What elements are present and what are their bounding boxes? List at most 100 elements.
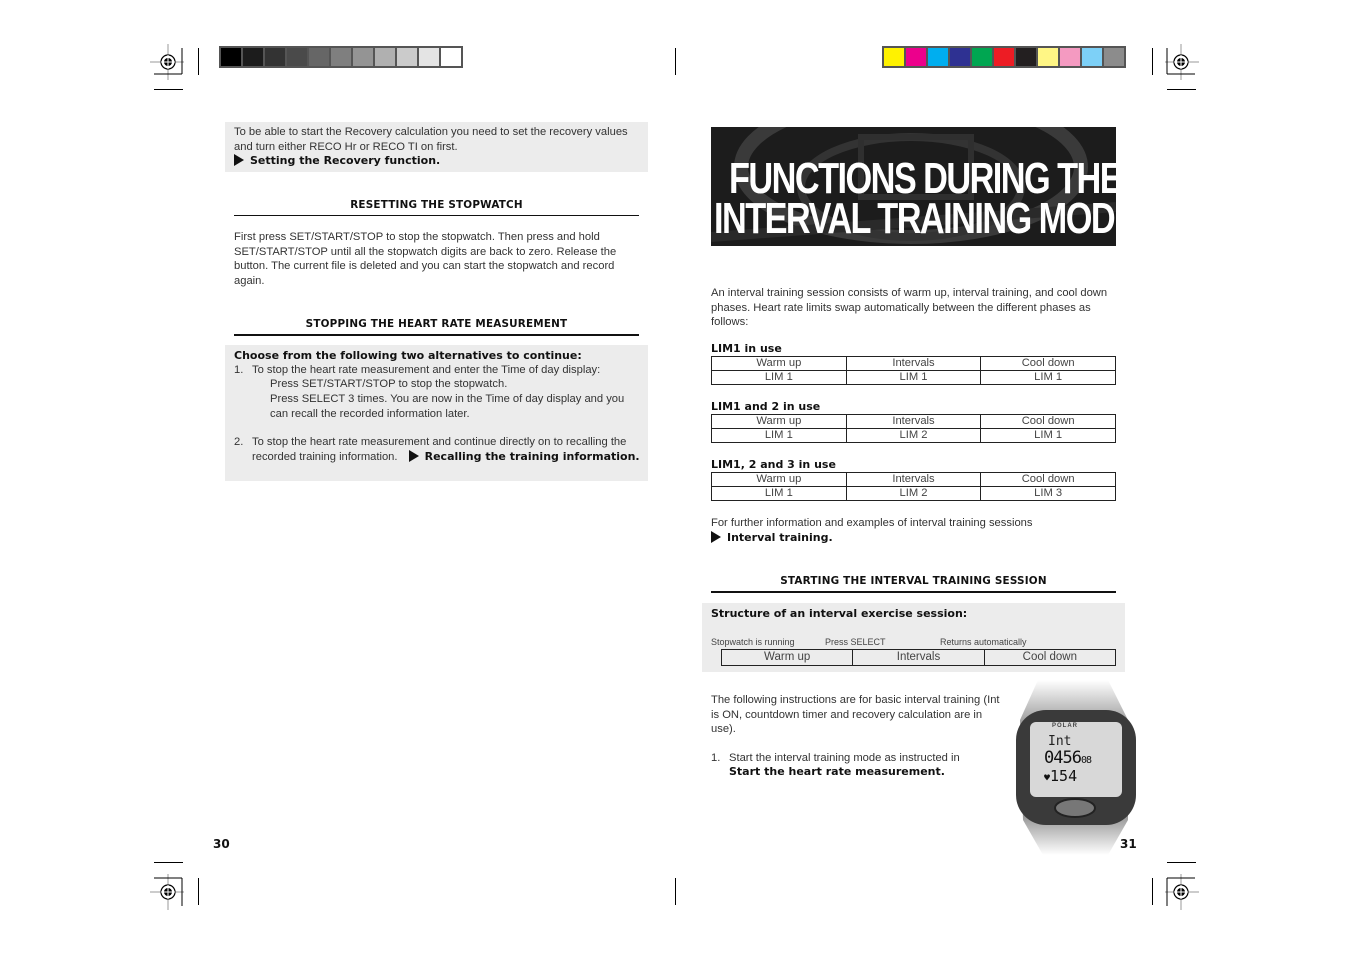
registration-mark-bottom-right [1165,874,1199,910]
lim-table-group: LIM1, 2 and 3 in use Warm up Intervals Cool… [711,458,1116,501]
structure-box: Structure of an interval exercise sessio… [702,603,1125,672]
lim-value-cell: LIM 1 [980,370,1116,385]
recovery-note-link[interactable]: Setting the Recovery function. [234,154,440,169]
lim-value-cell: LIM 1 [845,370,982,385]
lim-value-cell: LIM 3 [980,486,1116,501]
lim-table-title: LIM1, 2 and 3 in use [711,458,836,471]
table-row: LIM 1 LIM 2 LIM 3 [711,486,1116,501]
recovery-note-text: To be able to start the Recovery calcula… [234,126,628,153]
color-swatch [906,48,926,66]
stopping-heading: STOPPING THE HEART RATE MEASUREMENT [305,318,568,330]
alternatives-title: Choose from the following two alternativ… [234,349,582,362]
color-swatch [353,48,373,66]
phase-header-cell: Intervals [845,472,982,487]
phase-label-returns: Returns automatically [940,637,1027,647]
interval-training-link[interactable]: Interval training. [727,531,833,544]
arrow-right-icon [408,449,419,462]
lim-table: Warm up Intervals Cool down LIM 1 LIM 1 LIM 1 [711,356,1116,385]
lim-table-group: LIM1 and 2 in use Warm up Intervals Cool do… [711,400,1116,443]
item1-sub2: Press SELECT 3 times. You are now in the… [270,393,625,420]
setting-recovery-link[interactable]: Setting the Recovery function. [250,154,440,167]
watch-time: 0456 [1044,748,1082,768]
recovery-note-box: To be able to start the Recovery calcula… [225,122,648,172]
color-swatch [397,48,417,66]
arrow-right-icon [711,531,721,543]
color-swatch [221,48,241,66]
phase-cell: Cool down [983,649,1117,666]
crop-mark [154,89,183,90]
color-swatch [994,48,1014,66]
phase-header-cell: Cool down [980,414,1116,429]
lim-table-title: LIM1 and 2 in use [711,400,821,413]
start-hr-measurement-link[interactable]: Start the heart rate measurement. [729,765,945,780]
resetting-heading: RESETTING THE STOPWATCH [350,199,523,211]
phase-header-cell: Intervals [845,356,982,371]
crop-mark [1167,89,1196,90]
phase-header-cell: Cool down [980,356,1116,371]
page-number-right: 31 [1120,837,1137,851]
lim-value-cell: LIM 2 [845,486,982,501]
phase-table: Warm up Intervals Cool down [720,649,1117,666]
lim-value-cell: LIM 1 [711,428,847,443]
lim-table: Warm up Intervals Cool down LIM 1 LIM 2 LIM 1 [711,414,1116,443]
starting-heading: STARTING THE INTERVAL TRAINING SESSION [780,575,1047,587]
crop-mark [198,48,199,75]
crop-mark [198,878,199,905]
color-swatch [441,48,461,66]
phase-cell: Intervals [852,649,985,666]
section-rule [711,591,1116,593]
arrow-right-icon [234,154,244,166]
phase-cell: Warm up [720,649,854,666]
further-info-link-row[interactable]: Interval training. [711,531,833,546]
stopping-alternatives-box: Choose from the following two alternativ… [225,345,648,481]
phase-header-cell: Warm up [711,414,847,429]
crop-mark [1152,878,1153,905]
crop-mark [675,48,676,75]
crop-mark [675,878,676,905]
color-swatch [419,48,439,66]
item2-number: 2. [234,436,244,448]
watch-seconds: 08 [1080,755,1092,766]
color-swatch [287,48,307,66]
table-row: Warm up Intervals Cool down [711,356,1116,371]
color-swatch [1016,48,1036,66]
watch-time-display: 045608 [1044,748,1092,768]
registration-mark-bottom-left [150,874,184,910]
phase-label-press-select: Press SELECT [825,637,886,647]
banner-title-line1: FUNCTIONS DURING THE [729,154,1116,203]
watch-mode-display: Int [1048,734,1072,749]
grayscale-swatch-bar [219,46,463,68]
color-swatch [1038,48,1058,66]
title-banner: FUNCTIONS DURING THE INTERVAL TRAINING M… [711,127,1116,246]
phase-header-cell: Warm up [711,356,847,371]
lim-value-cell: LIM 2 [845,428,982,443]
recalling-link[interactable]: Recalling the training information. [425,450,640,463]
color-swatch [375,48,395,66]
phase-label-stopwatch: Stopwatch is running [711,637,795,647]
color-swatch [265,48,285,66]
item1-number: 1. [234,364,244,376]
item1-text: To stop the heart rate measurement and e… [252,364,601,376]
phase-header-cell: Intervals [845,414,982,429]
color-swatch [884,48,904,66]
crop-mark [1167,862,1196,863]
crop-mark [154,862,183,863]
watch-brand: POLAR [1052,723,1078,729]
color-swatch [1082,48,1102,66]
section-rule [234,334,639,336]
table-row: LIM 1 LIM 2 LIM 1 [711,428,1116,443]
banner-title-line2: INTERVAL TRAINING MODE [714,194,1116,243]
color-swatch [1104,48,1124,66]
color-swatch [309,48,329,66]
page-number-left: 30 [213,837,230,851]
table-row: Warm up Intervals Cool down [711,472,1116,487]
section-rule [234,215,639,216]
structure-title: Structure of an interval exercise sessio… [711,607,968,620]
color-swatch [243,48,263,66]
resetting-body: First press SET/START/STOP to stop the s… [234,231,617,287]
lim-table: Warm up Intervals Cool down LIM 1 LIM 2 LIM 3 [711,472,1116,501]
watch-heart-rate: 154 [1050,767,1078,785]
lim-value-cell: LIM 1 [711,486,847,501]
further-info-text: For further information and examples of … [711,517,1033,529]
color-swatch [928,48,948,66]
